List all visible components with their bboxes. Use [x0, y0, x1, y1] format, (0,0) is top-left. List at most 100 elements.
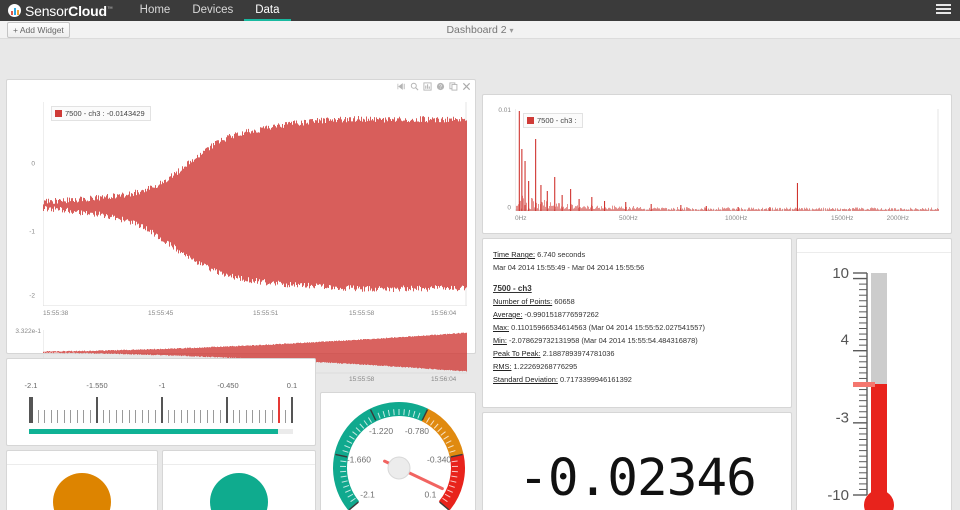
thermometer-label: 10 [832, 265, 849, 282]
chart-icon[interactable] [423, 82, 432, 91]
linear-gauge-tick [96, 397, 98, 423]
step-end-icon[interactable] [397, 82, 406, 91]
nav-link-home[interactable]: Home [129, 0, 182, 21]
time-range-key: Time Range: [493, 250, 535, 259]
time-range-value: 6.740 seconds [537, 250, 585, 259]
channel-heading: 7500 - ch3 [493, 282, 781, 296]
linear-gauge-tick [129, 410, 130, 423]
stat-key: Max: [493, 323, 509, 332]
widget-thermometer[interactable]: 104-3-10 [796, 238, 952, 510]
stat-row: Standard Deviation: 0.7173399946161392 [493, 374, 781, 387]
dashboard-canvas: ? 7500 - ch3 : -0.0143429 0 -1 -2 15:55:… [0, 39, 960, 510]
linear-gauge-tick [77, 410, 78, 423]
dashboard-title: Dashboard 2 [446, 24, 506, 36]
linear-gauge-tick [161, 397, 163, 423]
linear-gauge-tick [259, 410, 260, 423]
linear-gauge-body: -2.1 -1.550 -1 -0.450 0.1 [7, 359, 315, 445]
stat-key: Standard Deviation: [493, 375, 558, 384]
help-icon[interactable]: ? [436, 82, 445, 91]
numeric-value: -0.02346 [518, 449, 756, 508]
copy-icon[interactable] [449, 82, 458, 91]
widget-indicator-teal[interactable] [162, 450, 316, 510]
nav-links: Home Devices Data [129, 0, 291, 21]
hamburger-icon[interactable] [936, 4, 951, 14]
waveform-trace [43, 102, 467, 306]
nav-link-data[interactable]: Data [244, 0, 290, 21]
widget-fft-chart[interactable]: 7500 - ch3 : 0.01 0 0Hz 500Hz 1000Hz 150… [482, 94, 952, 234]
fft-x-tick-0: 0Hz [515, 215, 527, 222]
radial-gauge-label: -2.1 [360, 489, 375, 499]
linear-gauge-tick [109, 410, 110, 423]
fft-y-bottom-label: 0 [507, 205, 511, 212]
stat-value: 0.11015966534614563 (Mar 04 2014 15:55:5… [511, 323, 705, 332]
overview-x-tick-3: 15:55:58 [349, 376, 374, 383]
fft-x-tick-2: 1000Hz [725, 215, 747, 222]
linear-gauge-tick [207, 410, 208, 423]
close-icon[interactable] [462, 82, 471, 91]
legend-label-ch3: 7500 - ch3 : -0.0143429 [65, 109, 145, 118]
brand-logo[interactable]: SensorCloud™ [0, 3, 113, 19]
widget-numeric-readout[interactable]: -0.02346 [482, 412, 792, 510]
linear-gauge-tick [70, 410, 71, 423]
linear-gauge-tick [181, 410, 182, 423]
waveform-x-tick-0: 15:55:38 [43, 310, 68, 317]
statistics-content: Time Range: 6.740 seconds Mar 04 2014 15… [483, 239, 791, 387]
stat-row: Min: -2.078629732131958 (Mar 04 2014 15:… [493, 335, 781, 348]
fft-x-tick-4: 2000Hz [887, 215, 909, 222]
thermometer-header [797, 239, 951, 253]
linear-gauge-label-0: -2.1 [25, 381, 38, 390]
radial-gauge-label: -0.340 [427, 454, 451, 464]
magnify-icon[interactable] [410, 82, 419, 91]
stat-value: 2.1887893974781036 [543, 349, 615, 358]
linear-gauge-tick [38, 410, 39, 423]
stat-row: Max: 0.11015966534614563 (Mar 04 2014 15… [493, 322, 781, 335]
radial-gauge-label: -0.780 [405, 426, 429, 436]
widget-linear-gauge[interactable]: -2.1 -1.550 -1 -0.450 0.1 [6, 358, 316, 446]
linear-gauge-tick [285, 410, 286, 423]
stat-value: 0.7173399946161392 [560, 375, 632, 384]
stat-key: Min: [493, 336, 507, 345]
widget-statistics[interactable]: Time Range: 6.740 seconds Mar 04 2014 15… [482, 238, 792, 408]
waveform-y-tick-1: -1 [29, 229, 35, 236]
linear-gauge-tick [148, 410, 149, 423]
stat-row: Peak To Peak: 2.1887893974781036 [493, 348, 781, 361]
linear-gauge-tick [213, 410, 214, 423]
linear-gauge-tick [291, 397, 293, 423]
linear-gauge-tick [187, 410, 188, 423]
stat-value: -2.078629732131958 (Mar 04 2014 15:55:54… [509, 336, 698, 345]
linear-gauge-scale [29, 397, 293, 423]
linear-gauge-tick [233, 410, 234, 423]
linear-gauge-tick [220, 410, 221, 423]
waveform-legend[interactable]: 7500 - ch3 : -0.0143429 [51, 106, 151, 121]
linear-gauge-needle [278, 397, 280, 423]
fft-legend-label: 7500 - ch3 : [537, 116, 577, 125]
linear-gauge-bar-track [29, 429, 293, 434]
linear-gauge-tick [200, 410, 201, 423]
fft-legend[interactable]: 7500 - ch3 : [523, 113, 583, 128]
linear-gauge-tick [246, 410, 247, 423]
linear-gauge-tick [226, 397, 228, 423]
linear-gauge-tick [57, 410, 58, 423]
linear-gauge-label-3: -0.450 [217, 381, 238, 390]
brand-name-second: Cloud [68, 3, 107, 19]
sensorcloud-logo-icon [8, 4, 21, 17]
overview-y-top-label: 3.322e-1 [15, 328, 41, 335]
linear-gauge-tick [135, 410, 136, 423]
stat-key: Peak To Peak: [493, 349, 541, 358]
waveform-plot-area[interactable] [43, 102, 467, 306]
brand-name: SensorCloud™ [25, 3, 113, 19]
radial-gauge-label: -1.220 [369, 426, 393, 436]
linear-gauge-tick [44, 410, 45, 423]
dashboard-selector[interactable]: Dashboard 2 ▾ [0, 24, 960, 36]
widget-indicator-orange[interactable] [6, 450, 158, 510]
stat-key: Number of Points: [493, 297, 552, 306]
linear-gauge-tick [239, 410, 240, 423]
indicator-header [7, 451, 157, 465]
widget-waveform-chart[interactable]: ? 7500 - ch3 : -0.0143429 0 -1 -2 15:55:… [6, 79, 476, 354]
date-range-row: Mar 04 2014 15:55:49 - Mar 04 2014 15:55… [493, 262, 781, 275]
widget-radial-gauge[interactable]: -2.1-1.660-1.220-0.780-0.3400.1 [320, 392, 476, 510]
chevron-down-icon: ▾ [510, 26, 514, 35]
thermometer-label: 4 [841, 332, 849, 349]
thermometer-label: -3 [836, 409, 849, 426]
nav-link-devices[interactable]: Devices [181, 0, 244, 21]
